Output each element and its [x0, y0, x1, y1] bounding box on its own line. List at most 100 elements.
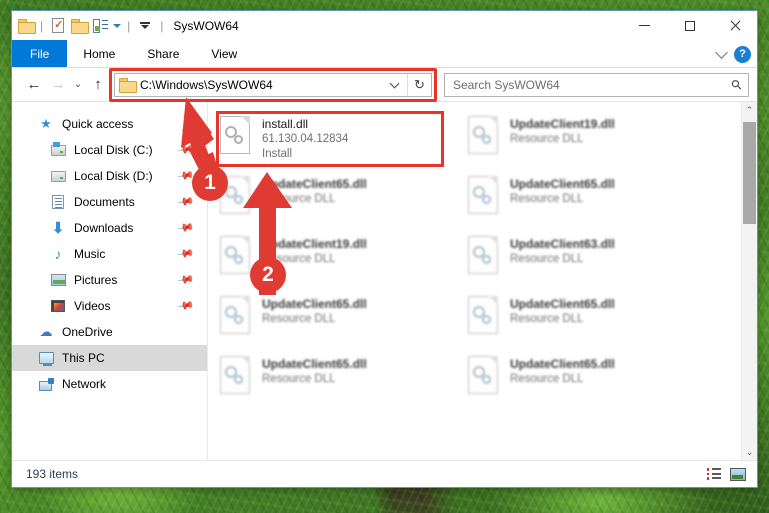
sidebar-item-music[interactable]: ♪ Music 📌 [12, 241, 207, 267]
chevron-down-icon[interactable] [113, 23, 122, 28]
file-item[interactable]: UpdateClient65.dll Resource DLL [216, 172, 464, 232]
file-version: 61.130.04.12834 [262, 133, 349, 145]
up-button[interactable]: ↑ [86, 73, 110, 97]
file-item[interactable]: UpdateClient19.dll Resource DLL [464, 112, 712, 172]
sidebar-item-local-disk-c[interactable]: Local Disk (C:) 📌 [12, 137, 207, 163]
sidebar-item-documents[interactable]: Documents 📌 [12, 189, 207, 215]
sidebar-item-network[interactable]: Network [12, 371, 207, 397]
file-type: Resource DLL [262, 373, 336, 385]
refresh-icon[interactable]: ↻ [407, 73, 431, 96]
file-item[interactable]: UpdateClient65.dll Resource DLL [216, 352, 464, 412]
pin-icon[interactable]: 📌 [177, 219, 196, 238]
music-icon: ♪ [54, 246, 62, 262]
pin-icon[interactable]: 📌 [177, 245, 196, 264]
dll-file-icon [220, 176, 252, 214]
file-item[interactable]: UpdateClient19.dll Resource DLL [216, 232, 464, 292]
pin-icon[interactable]: 📌 [177, 297, 196, 316]
file-type: Install [262, 148, 293, 160]
tab-file[interactable]: File [12, 40, 68, 67]
dll-file-icon [468, 176, 500, 214]
videos-icon [50, 298, 66, 314]
help-icon[interactable]: ? [734, 45, 751, 63]
scroll-up-button[interactable]: ⌃ [742, 102, 757, 118]
address-bar-row: ← → ⌄ ↑ C:\Windows\SysWOW64 ↻ Search Sys… [12, 67, 757, 102]
sidebar-item-label: This PC [62, 351, 105, 365]
dll-file-icon [220, 356, 252, 394]
sidebar-item-downloads[interactable]: ⬇ Downloads 📌 [12, 215, 207, 241]
toolbar-separator-3: | [160, 18, 164, 33]
file-type: Resource DLL [262, 193, 336, 205]
documents-icon [50, 194, 66, 210]
sidebar-item-label: Documents [74, 195, 135, 209]
maximize-button[interactable] [667, 11, 712, 40]
file-type: Resource DLL [510, 193, 584, 205]
details-view-button[interactable] [705, 466, 723, 482]
forward-button[interactable]: → [46, 73, 70, 97]
pin-icon[interactable]: 📌 [177, 167, 196, 186]
file-name: UpdateClient65.dll [262, 177, 367, 191]
search-placeholder: Search SysWOW64 [453, 77, 560, 92]
sidebar-item-label: Network [62, 377, 107, 391]
pin-icon[interactable]: 📌 [177, 271, 196, 290]
file-grid: install.dll 61.130.04.12834 Install Upda… [208, 102, 757, 412]
customize-quick-access-icon[interactable] [91, 17, 109, 35]
network-icon [38, 376, 54, 392]
vertical-scrollbar[interactable]: ⌃ ⌄ [741, 102, 757, 460]
properties-icon[interactable] [49, 17, 67, 35]
sidebar-item-videos[interactable]: Videos 📌 [12, 293, 207, 319]
search-input[interactable]: Search SysWOW64 ⚲ [444, 72, 749, 97]
dll-file-icon [468, 236, 500, 274]
large-icons-view-button[interactable] [729, 466, 747, 482]
item-count-label: 193 items [26, 467, 79, 481]
sidebar-item-label: Music [74, 247, 106, 261]
back-button[interactable]: ← [22, 73, 46, 97]
tab-share[interactable]: Share [131, 40, 195, 67]
file-item[interactable]: UpdateClient65.dll Resource DLL [464, 352, 712, 412]
address-bar[interactable]: C:\Windows\SysWOW64 ↻ [114, 72, 432, 97]
file-name: UpdateClient65.dll [262, 297, 367, 311]
file-item-install-dll[interactable]: install.dll 61.130.04.12834 Install [216, 112, 464, 172]
file-type: Resource DLL [510, 373, 584, 385]
minimize-button[interactable] [622, 11, 667, 40]
window-title: SysWOW64 [173, 18, 239, 33]
close-button[interactable] [712, 11, 757, 40]
file-name: UpdateClient65.dll [510, 357, 615, 371]
dll-file-icon [468, 116, 500, 154]
file-type: Resource DLL [510, 253, 584, 265]
tab-view[interactable]: View [195, 40, 253, 67]
new-folder-icon[interactable] [71, 19, 90, 34]
sidebar-item-pictures[interactable]: Pictures 📌 [12, 267, 207, 293]
sidebar-item-label: Pictures [74, 273, 118, 287]
sidebar-item-label: Videos [74, 299, 111, 313]
scroll-down-button[interactable]: ⌄ [742, 444, 757, 460]
file-item[interactable]: UpdateClient65.dll Resource DLL [464, 172, 712, 232]
file-name: UpdateClient19.dll [262, 237, 367, 251]
expand-ribbon-icon[interactable] [715, 45, 728, 59]
file-explorer-window: | | | SysWOW64 File Home Share View [11, 10, 758, 488]
file-item[interactable]: UpdateClient63.dll Resource DLL [464, 232, 712, 292]
toolbar-separator: | [40, 18, 44, 33]
file-list-pane[interactable]: install.dll 61.130.04.12834 Install Upda… [208, 102, 757, 460]
sidebar-item-onedrive[interactable]: ☁ OneDrive [12, 319, 207, 345]
file-item[interactable]: UpdateClient65.dll Resource DLL [216, 292, 464, 352]
address-chevron-down-icon[interactable] [389, 78, 400, 88]
file-item[interactable]: UpdateClient65.dll Resource DLL [464, 292, 712, 352]
address-path-text: C:\Windows\SysWOW64 [140, 77, 273, 92]
drive-icon [50, 141, 66, 158]
recent-locations-button[interactable]: ⌄ [70, 73, 86, 97]
minimize-ribbon-icon[interactable] [136, 17, 154, 35]
ribbon-right-controls: ? [715, 40, 751, 68]
file-name: UpdateClient65.dll [262, 357, 367, 371]
pin-icon[interactable]: 📌 [177, 193, 196, 212]
sidebar-item-local-disk-d[interactable]: Local Disk (D:) 📌 [12, 163, 207, 189]
scrollbar-thumb[interactable] [743, 122, 756, 224]
sidebar-item-this-pc[interactable]: This PC [12, 345, 207, 371]
ribbon-tab-bar: File Home Share View ? [12, 40, 757, 68]
folder-icon[interactable] [18, 19, 36, 34]
tab-home[interactable]: Home [67, 40, 131, 67]
sidebar-item-label: Local Disk (D:) [74, 169, 153, 183]
this-pc-icon [38, 350, 54, 366]
explorer-body: ★ Quick access Local Disk (C:) 📌 Local D… [12, 101, 757, 460]
pin-icon[interactable]: 📌 [177, 141, 196, 160]
sidebar-item-quick-access[interactable]: ★ Quick access [12, 111, 207, 137]
